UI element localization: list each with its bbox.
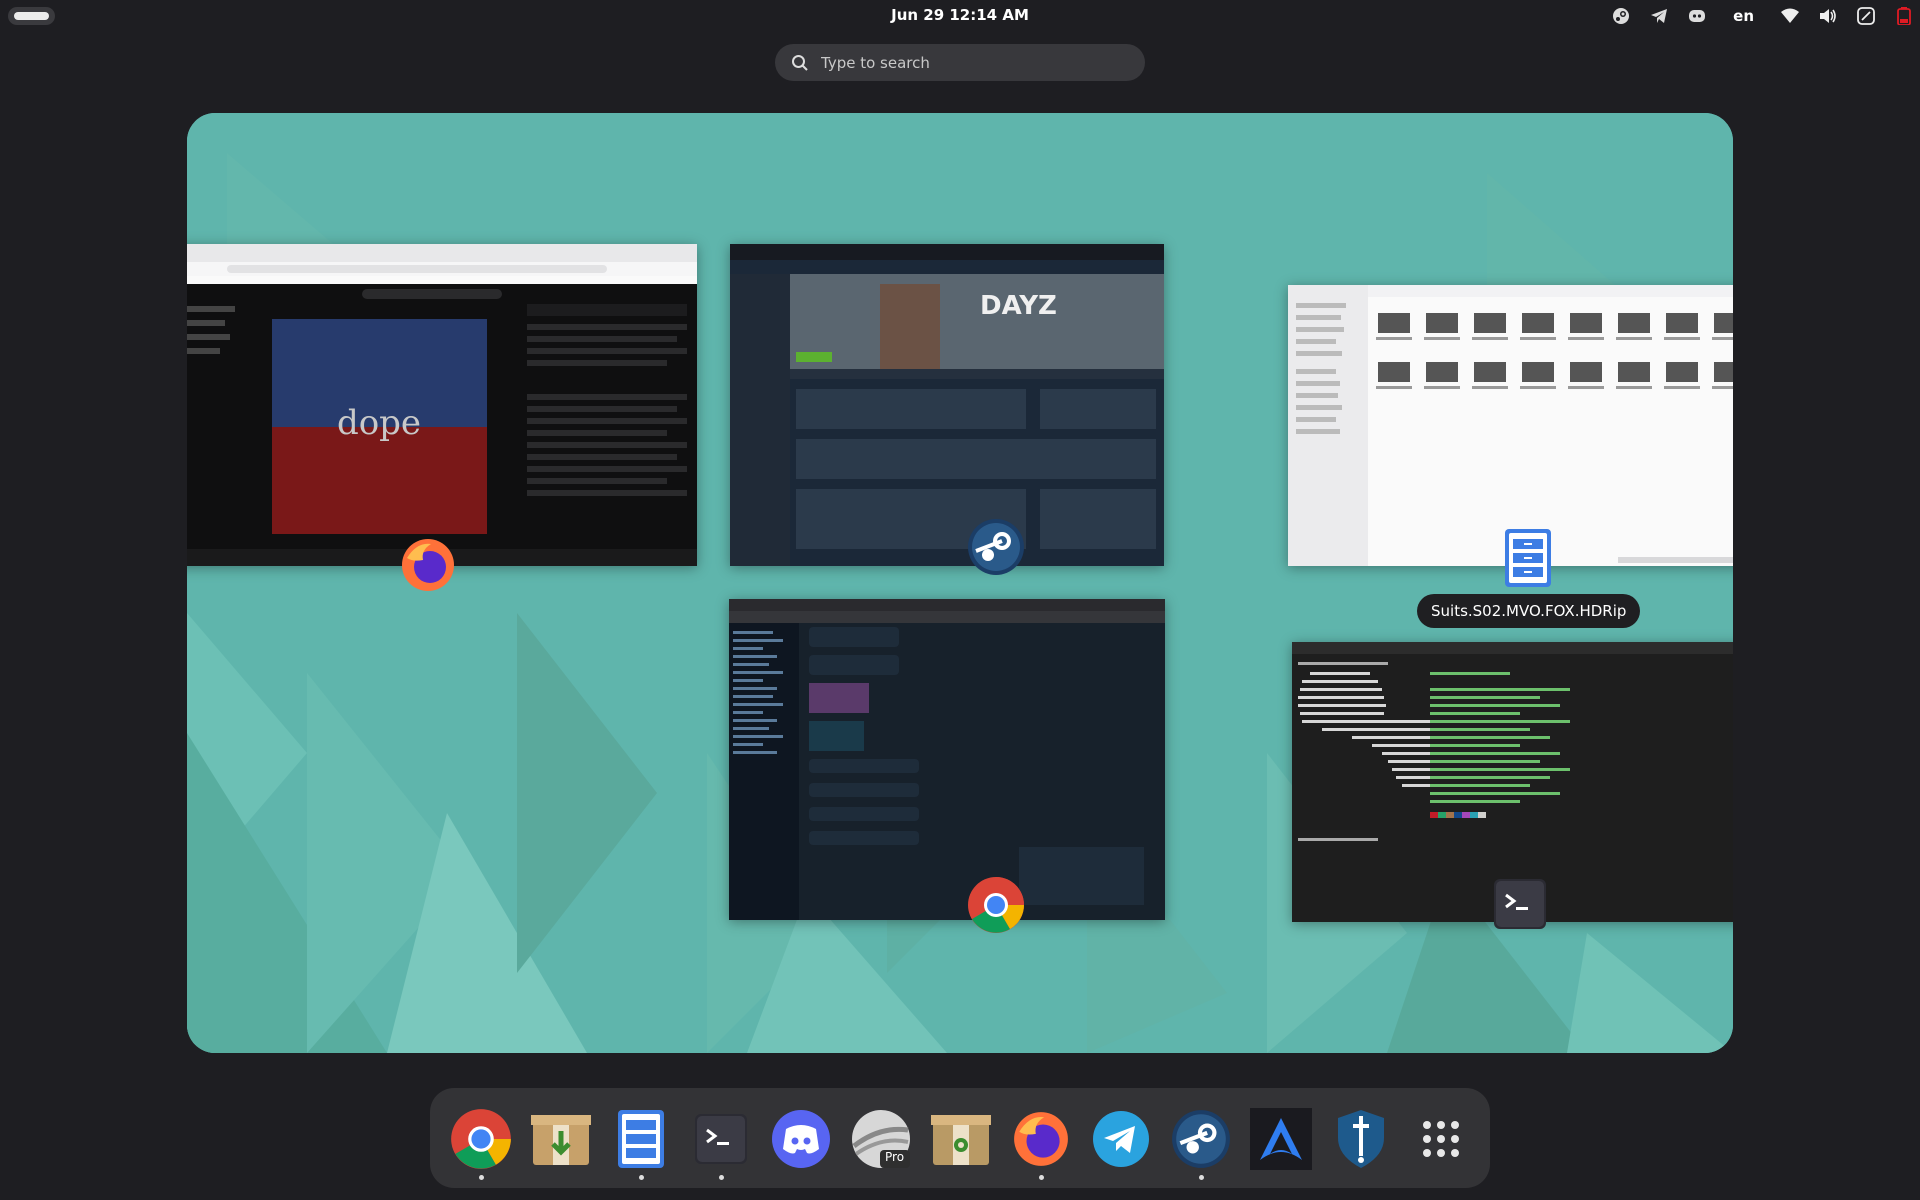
dash-item-steam[interactable] xyxy=(1168,1106,1234,1180)
terminal-icon xyxy=(695,1114,747,1164)
running-indicator xyxy=(719,1175,724,1180)
window-title-label: Suits.S02.MVO.FOX.HDRip xyxy=(1417,594,1641,628)
workspace-background[interactable]: dope DAYZ xyxy=(187,113,1733,1053)
files-icon xyxy=(1497,527,1559,589)
package-install-icon xyxy=(531,1115,591,1165)
shield-sword-icon xyxy=(1338,1110,1384,1168)
wifi-icon[interactable] xyxy=(1780,6,1800,26)
svg-text:dope: dope xyxy=(337,403,421,443)
power-profile-icon[interactable] xyxy=(1856,6,1876,26)
volume-icon[interactable] xyxy=(1818,6,1838,26)
running-indicator xyxy=(1199,1175,1204,1180)
chrome-icon xyxy=(965,874,1027,936)
app-grid-icon xyxy=(1423,1121,1459,1157)
dash-item-telegram[interactable] xyxy=(1088,1106,1154,1172)
terminal-icon xyxy=(1494,879,1546,929)
window-thumbnail-chrome[interactable] xyxy=(729,599,1165,920)
dash: Pro xyxy=(430,1088,1490,1188)
keyboard-layout-indicator[interactable]: en xyxy=(1733,7,1754,25)
window-thumbnail-firefox[interactable]: dope xyxy=(187,244,697,566)
system-tray[interactable]: en xyxy=(1611,4,1914,28)
steam-icon xyxy=(965,516,1027,578)
dash-item-archive-manager[interactable] xyxy=(928,1106,994,1172)
search-bar[interactable] xyxy=(775,44,1145,81)
dash-item-firefox[interactable] xyxy=(1008,1106,1074,1180)
firefox-icon xyxy=(397,534,459,596)
arch-icon xyxy=(1250,1108,1312,1170)
dash-item-chrome[interactable] xyxy=(448,1106,514,1180)
archive-icon xyxy=(931,1115,991,1165)
search-icon xyxy=(792,54,808,71)
files-icon xyxy=(618,1110,664,1168)
telegram-tray-icon[interactable] xyxy=(1649,6,1669,26)
discord-icon xyxy=(772,1110,830,1168)
dash-item-arch[interactable] xyxy=(1248,1106,1314,1172)
dash-item-discord[interactable] xyxy=(768,1106,834,1172)
running-indicator xyxy=(479,1175,484,1180)
pro-badge: Pro xyxy=(885,1150,905,1164)
firefox-icon xyxy=(1014,1112,1068,1166)
steam-tray-icon[interactable] xyxy=(1611,6,1631,26)
show-apps-button[interactable] xyxy=(1408,1106,1474,1172)
svg-text:DAYZ: DAYZ xyxy=(980,291,1057,321)
chrome-icon xyxy=(451,1109,511,1169)
dash-item-security-tool[interactable] xyxy=(1328,1106,1394,1172)
running-indicator xyxy=(1039,1175,1044,1180)
dash-item-terminal[interactable] xyxy=(688,1106,754,1180)
dash-item-files[interactable] xyxy=(608,1106,674,1180)
window-thumbnail-steam[interactable]: DAYZ xyxy=(730,244,1164,566)
dash-item-google-earth-pro[interactable]: Pro xyxy=(848,1106,914,1172)
steam-icon xyxy=(1172,1110,1230,1168)
battery-icon[interactable] xyxy=(1894,6,1914,26)
telegram-icon xyxy=(1093,1111,1149,1167)
top-bar: Jun 29 12:14 AM en xyxy=(0,0,1920,32)
discord-tray-icon[interactable] xyxy=(1687,6,1707,26)
dash-item-software-installer[interactable] xyxy=(528,1106,594,1172)
search-input[interactable] xyxy=(819,52,1123,73)
window-thumbnail-files[interactable] xyxy=(1288,285,1733,566)
running-indicator xyxy=(639,1175,644,1180)
